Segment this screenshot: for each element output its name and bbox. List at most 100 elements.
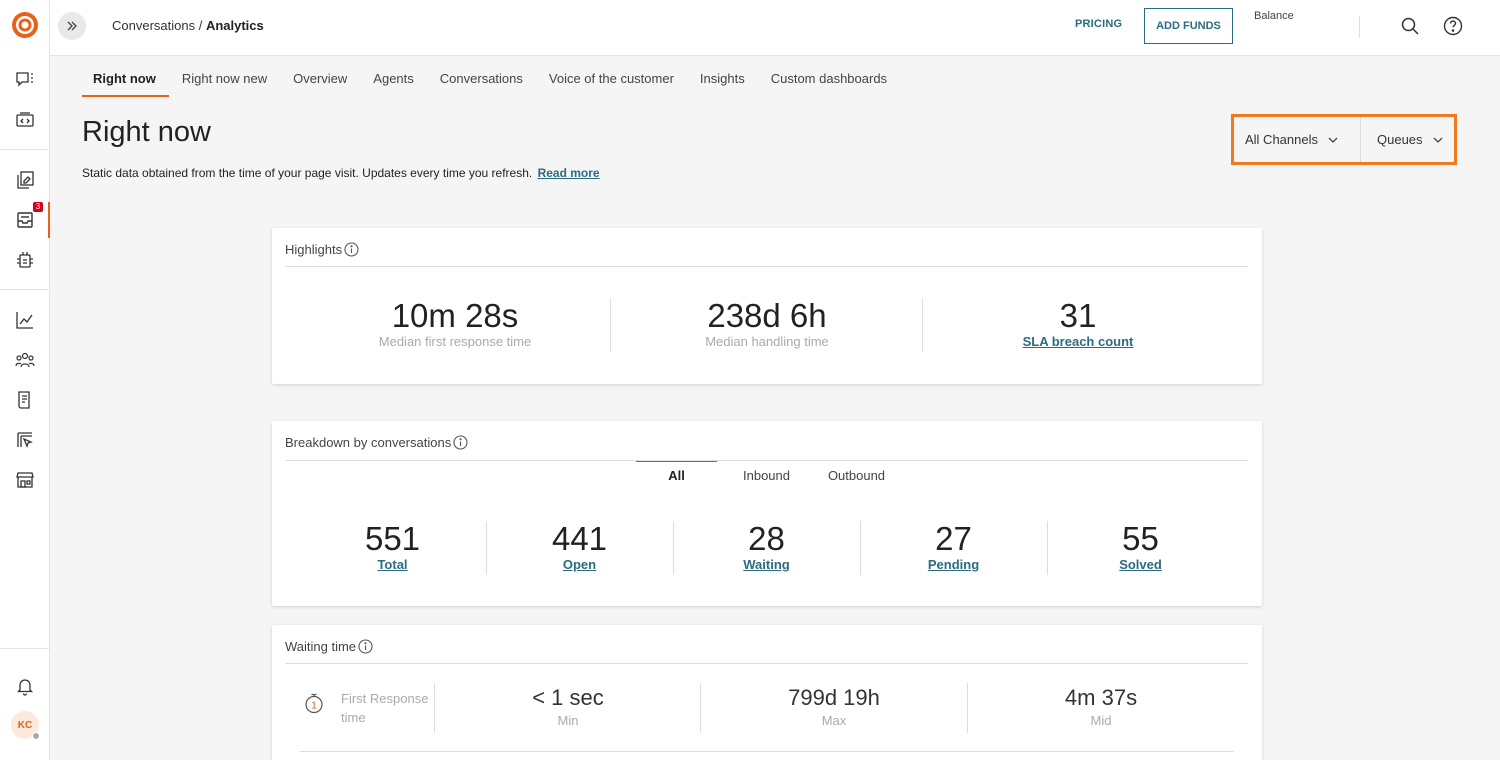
metric-label: Mid bbox=[1090, 713, 1112, 728]
balance-label: Balance bbox=[1254, 10, 1294, 22]
waiting-link[interactable]: Waiting bbox=[673, 557, 860, 572]
page-subtitle: Static data obtained from the time of yo… bbox=[82, 166, 600, 180]
stopwatch-icon: 1 bbox=[305, 693, 323, 714]
double-chevron-right-icon bbox=[67, 21, 77, 31]
sla-breach-metric: 31 SLA breach count bbox=[935, 297, 1221, 350]
breadcrumb-parent[interactable]: Conversations bbox=[112, 18, 195, 33]
people-icon[interactable] bbox=[13, 348, 37, 372]
waiting-title: Waiting time bbox=[285, 639, 357, 654]
metric-value: 441 bbox=[551, 520, 608, 557]
expand-sidebar-button[interactable] bbox=[58, 12, 86, 40]
active-indicator bbox=[48, 202, 50, 238]
top-bar: Conversations / Analytics PRICING ADD FU… bbox=[50, 0, 1500, 56]
bell-icon[interactable] bbox=[13, 674, 37, 698]
metric-value: 55 bbox=[1122, 520, 1159, 557]
median-first-response-metric: 10m 28s Median first response time bbox=[312, 297, 598, 350]
tab-conversations[interactable]: Conversations bbox=[427, 62, 536, 97]
document-icon[interactable] bbox=[13, 388, 37, 412]
direction-tabs: All Inbound Outbound bbox=[636, 461, 906, 501]
copy-edit-icon[interactable] bbox=[13, 168, 37, 192]
open-link[interactable]: Open bbox=[486, 557, 673, 572]
breadcrumb: Conversations / Analytics bbox=[112, 18, 264, 33]
breadcrumb-current: Analytics bbox=[205, 18, 264, 33]
mid-metric: 4m 37s Mid bbox=[968, 685, 1234, 728]
metric-value: 799d 19h bbox=[788, 685, 880, 710]
line-chart-icon[interactable] bbox=[13, 308, 37, 332]
tab-insights[interactable]: Insights bbox=[687, 62, 758, 97]
card-title: Breakdown by conversations bbox=[285, 435, 468, 450]
sidebar: 3 KC bbox=[0, 0, 50, 760]
total-link[interactable]: Total bbox=[299, 557, 486, 572]
median-handling-metric: 238d 6h Median handling time bbox=[624, 297, 910, 350]
tab-custom-dashboards[interactable]: Custom dashboards bbox=[758, 62, 900, 97]
read-more-link[interactable]: Read more bbox=[538, 166, 600, 180]
queues-value: Queues bbox=[1377, 132, 1423, 147]
subtitle-text: Static data obtained from the time of yo… bbox=[82, 166, 533, 180]
tab-right-now[interactable]: Right now bbox=[82, 62, 169, 97]
metric-value: 238d 6h bbox=[707, 297, 827, 334]
breadcrumb-separator: / bbox=[195, 18, 206, 33]
tab-overview[interactable]: Overview bbox=[280, 62, 360, 97]
solved-link[interactable]: Solved bbox=[1047, 557, 1234, 572]
code-window-icon[interactable] bbox=[13, 108, 37, 132]
chevron-down-icon bbox=[1328, 137, 1338, 143]
page-title: Right now bbox=[82, 116, 211, 148]
max-metric: 799d 19h Max bbox=[701, 685, 967, 728]
info-icon[interactable] bbox=[453, 435, 468, 450]
open-metric: 441 Open bbox=[486, 520, 673, 573]
brand-logo-icon[interactable] bbox=[11, 11, 39, 39]
add-funds-button[interactable]: ADD FUNDS bbox=[1144, 8, 1233, 44]
tab-inbound[interactable]: Inbound bbox=[726, 461, 807, 501]
topbar-divider bbox=[1359, 16, 1360, 38]
waiting-time-card: Waiting time 1 First Response time < 1 s… bbox=[272, 625, 1262, 760]
solved-metric: 55 Solved bbox=[1047, 520, 1234, 573]
card-title: Waiting time bbox=[285, 639, 373, 654]
pending-link[interactable]: Pending bbox=[860, 557, 1047, 572]
tab-voice-of-the-customer[interactable]: Voice of the customer bbox=[536, 62, 687, 97]
analytics-tabs: Right now Right now new Overview Agents … bbox=[82, 62, 900, 97]
metric-value: 28 bbox=[748, 520, 785, 557]
tab-all[interactable]: All bbox=[636, 461, 717, 501]
sla-breach-link[interactable]: SLA breach count bbox=[935, 334, 1221, 349]
first-response-time-label: First Response time bbox=[341, 691, 429, 725]
min-metric: < 1 sec Min bbox=[435, 685, 701, 728]
tab-outbound[interactable]: Outbound bbox=[816, 461, 897, 501]
chevron-down-icon bbox=[1433, 137, 1443, 143]
queues-dropdown[interactable]: Queues bbox=[1361, 117, 1444, 162]
tab-right-now-new[interactable]: Right now new bbox=[169, 62, 280, 97]
metric-value: 27 bbox=[935, 520, 972, 557]
metric-value: 4m 37s bbox=[1064, 685, 1138, 710]
total-metric: 551 Total bbox=[299, 520, 486, 573]
metric-value: 551 bbox=[364, 520, 421, 557]
svg-text:1: 1 bbox=[311, 701, 317, 712]
filters-group: All Channels Queues bbox=[1231, 114, 1457, 165]
store-icon[interactable] bbox=[13, 468, 37, 492]
metric-label: Max bbox=[821, 713, 847, 728]
metric-value: < 1 sec bbox=[532, 685, 604, 710]
bot-icon[interactable] bbox=[13, 248, 37, 272]
highlights-title: Highlights bbox=[285, 242, 343, 257]
breakdown-title: Breakdown by conversations bbox=[285, 435, 452, 450]
metric-label: Median first response time bbox=[378, 334, 532, 349]
metric-value: 10m 28s bbox=[391, 297, 519, 334]
card-title: Highlights bbox=[285, 242, 359, 257]
presence-status-dot bbox=[32, 732, 40, 740]
inbox-badge: 3 bbox=[33, 202, 43, 212]
highlights-card: Highlights 10m 28s Median first response… bbox=[272, 228, 1262, 384]
waiting-metric: 28 Waiting bbox=[673, 520, 860, 573]
info-icon[interactable] bbox=[358, 639, 373, 654]
cursor-box-icon[interactable] bbox=[13, 428, 37, 452]
search-icon[interactable] bbox=[1400, 16, 1420, 36]
chat-list-icon[interactable] bbox=[13, 68, 37, 92]
channels-dropdown[interactable]: All Channels bbox=[1234, 117, 1361, 162]
metric-label: Median handling time bbox=[705, 334, 829, 349]
metric-label: Min bbox=[557, 713, 579, 728]
help-icon[interactable] bbox=[1443, 16, 1463, 36]
pricing-link[interactable]: PRICING bbox=[1075, 18, 1122, 30]
info-icon[interactable] bbox=[344, 242, 359, 257]
metric-value: 31 bbox=[1059, 297, 1097, 334]
tab-agents[interactable]: Agents bbox=[360, 62, 426, 97]
breakdown-card: Breakdown by conversations All Inbound O… bbox=[272, 421, 1262, 606]
channels-value: All Channels bbox=[1245, 132, 1318, 147]
pending-metric: 27 Pending bbox=[860, 520, 1047, 573]
